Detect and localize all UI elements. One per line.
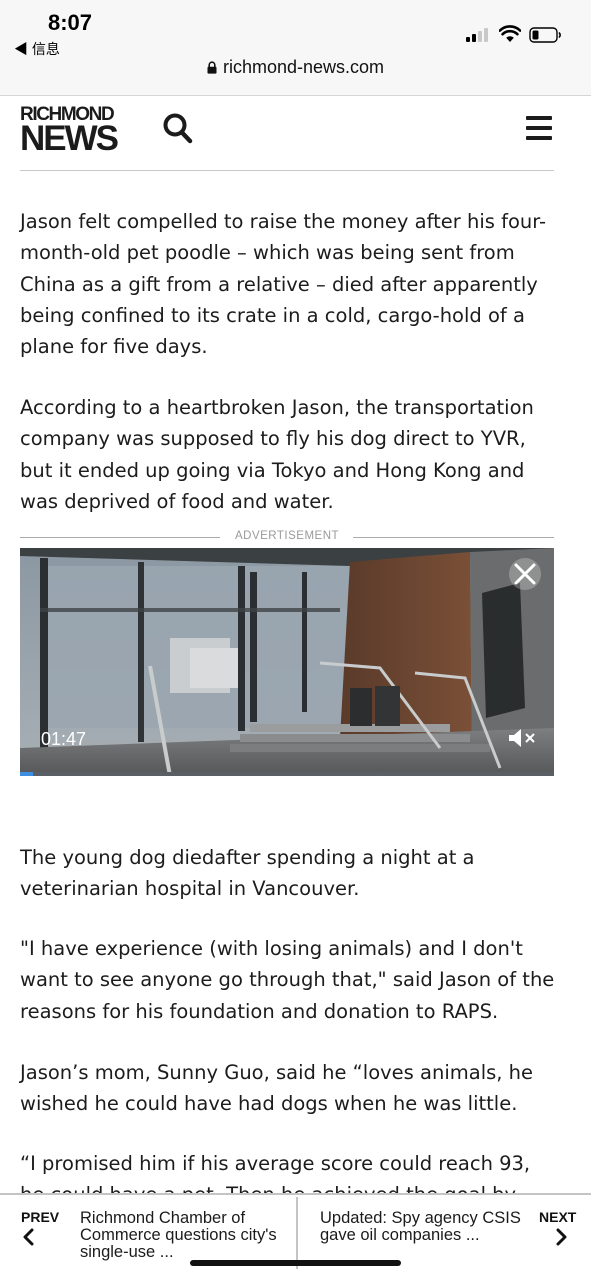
video-ad-player[interactable]: 01:47 [20, 548, 554, 776]
video-progress-bar[interactable] [20, 772, 554, 776]
signal-icon [466, 28, 494, 42]
article-paragraph: The young dog diedafter spending a night… [20, 846, 475, 901]
close-icon[interactable] [508, 557, 542, 591]
next-article-title[interactable]: Updated: Spy agency CSIS gave oil compan… [320, 1210, 525, 1244]
article-paragraph: Jason’s mom, Sunny Guo, said he “loves a… [20, 1061, 534, 1116]
logo-line2: NEWS [20, 119, 119, 158]
url-domain: richmond-news.com [222, 57, 385, 77]
status-bar: 8:07 ◀ 信息 [0, 0, 591, 57]
home-indicator[interactable] [190, 1260, 401, 1266]
prev-label: PREV [21, 1209, 60, 1225]
next-label: NEXT [539, 1209, 577, 1225]
site-header: RICHMOND NEWS [20, 100, 554, 171]
article-paragraph: Jason felt compelled to raise the money … [20, 210, 547, 359]
video-frame-image [20, 548, 554, 776]
wifi-icon [499, 25, 521, 42]
video-time: 01:47 [41, 729, 87, 749]
prev-article-title[interactable]: Richmond Chamber of Commerce questions c… [80, 1210, 285, 1261]
lock-icon [207, 61, 217, 74]
search-icon[interactable] [162, 112, 194, 146]
video-progress-fill [20, 772, 34, 776]
advertisement-label-text: ADVERTISEMENT [234, 530, 340, 542]
menu-icon[interactable] [525, 114, 553, 142]
article-paragraph: According to a heartbroken Jason, the tr… [20, 396, 534, 513]
url-display[interactable]: richmond-news.com [0, 57, 591, 78]
url-bar[interactable]: richmond-news.com [0, 56, 591, 96]
advertisement-label: ADVERTISEMENT [20, 530, 554, 546]
site-logo[interactable]: RICHMOND NEWS [20, 105, 144, 158]
article-pagination-bar: PREV Richmond Chamber of Commerce questi… [0, 1193, 591, 1280]
chevron-left-icon [23, 1228, 34, 1246]
mute-icon[interactable] [507, 727, 537, 749]
status-time: 8:07 [48, 10, 93, 35]
battery-icon [529, 27, 561, 43]
article-paragraph: "I have experience (with losing animals)… [20, 937, 555, 1023]
nav-divider [296, 1197, 298, 1269]
chevron-right-icon [556, 1228, 567, 1246]
